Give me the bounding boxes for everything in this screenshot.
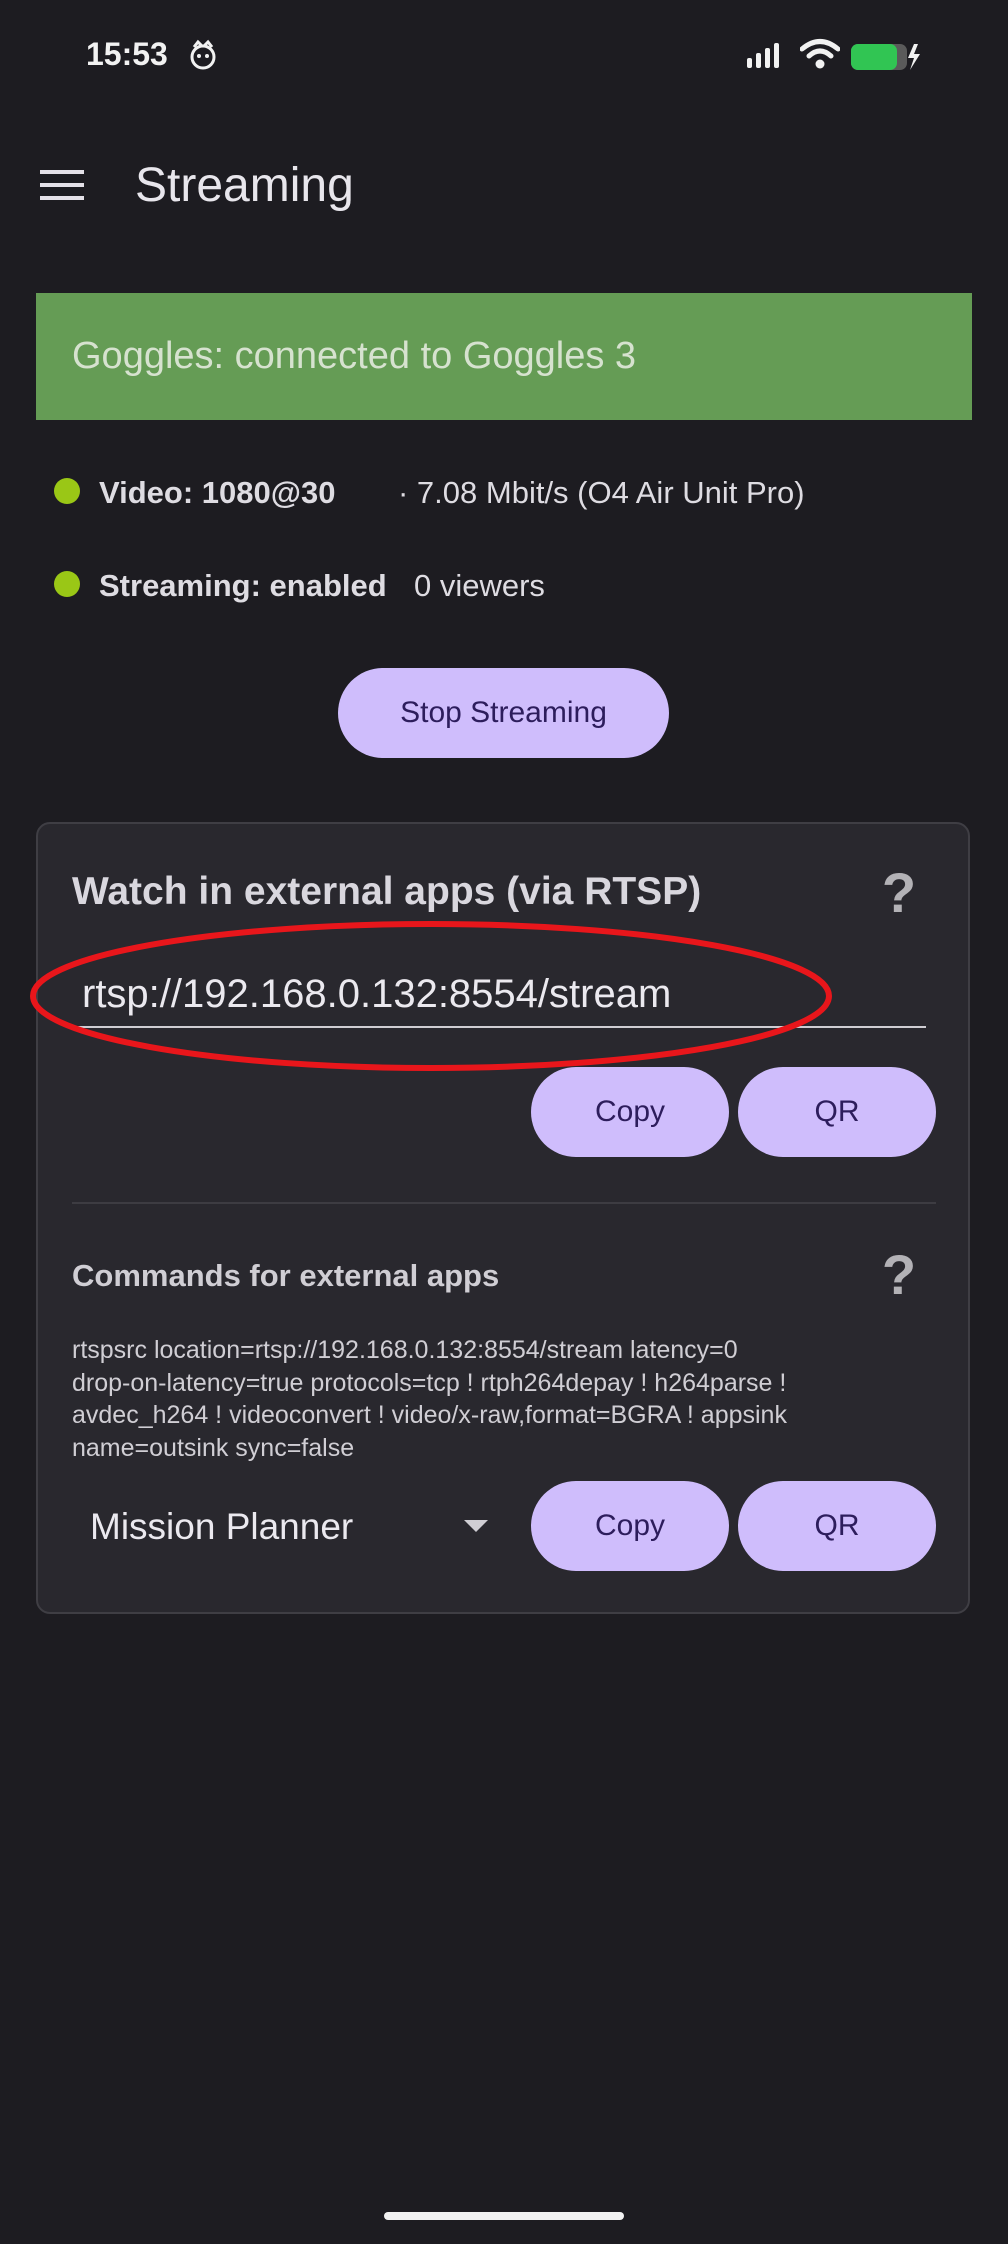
rtsp-url-text[interactable]: rtsp://192.168.0.132:8554/stream bbox=[82, 972, 671, 1017]
copy-url-button[interactable]: Copy bbox=[531, 1067, 729, 1157]
status-time: 15:53 bbox=[86, 36, 168, 72]
video-bitrate-value: · 7.08 Mbit/s (O4 Air Unit Pro) bbox=[398, 475, 805, 510]
command-line: rtspsrc location=rtsp://192.168.0.132:85… bbox=[72, 1336, 738, 1364]
command-line: drop-on-latency=true protocols=tcp ! rtp… bbox=[72, 1368, 787, 1397]
rtsp-help-icon[interactable]: ? bbox=[874, 860, 924, 925]
video-status-indicator bbox=[54, 478, 80, 504]
wifi-icon bbox=[800, 39, 840, 69]
copy-command-button[interactable]: Copy bbox=[531, 1481, 729, 1571]
rtsp-card-title: Watch in external apps (via RTSP) bbox=[72, 870, 702, 913]
qr-url-button[interactable]: QR bbox=[738, 1067, 936, 1157]
qr-command-button[interactable]: QR bbox=[738, 1481, 936, 1571]
notification-app-icon bbox=[190, 39, 216, 70]
streaming-status-indicator bbox=[54, 571, 80, 597]
commands-title: Commands for external apps bbox=[72, 1258, 500, 1293]
viewer-count: 0 viewers bbox=[414, 568, 545, 603]
connection-status-banner: Goggles: connected to Goggles 3 bbox=[36, 293, 972, 420]
pipeline-command-text: rtspsrc location=rtsp://192.168.0.132:85… bbox=[72, 1334, 872, 1464]
app-select-value[interactable]: Mission Planner bbox=[90, 1506, 353, 1548]
card-divider bbox=[72, 1202, 936, 1204]
dropdown-arrow-icon[interactable] bbox=[463, 1518, 489, 1534]
page-title: Streaming bbox=[135, 159, 354, 212]
commands-help-icon[interactable]: ? bbox=[874, 1242, 924, 1307]
home-indicator[interactable] bbox=[384, 2212, 624, 2220]
streaming-status-label: Streaming: enabled bbox=[99, 568, 387, 603]
signal-icon bbox=[747, 43, 779, 68]
hamburger-menu-icon[interactable] bbox=[40, 168, 84, 202]
command-line: avdec_h264 ! videoconvert ! video/x-raw,… bbox=[72, 1401, 787, 1429]
video-status-label: Video: 1080@30 bbox=[99, 475, 336, 510]
command-line: name=outsink sync=false bbox=[72, 1433, 355, 1462]
stop-streaming-button[interactable]: Stop Streaming bbox=[338, 668, 669, 758]
battery-charging-icon bbox=[851, 44, 920, 70]
